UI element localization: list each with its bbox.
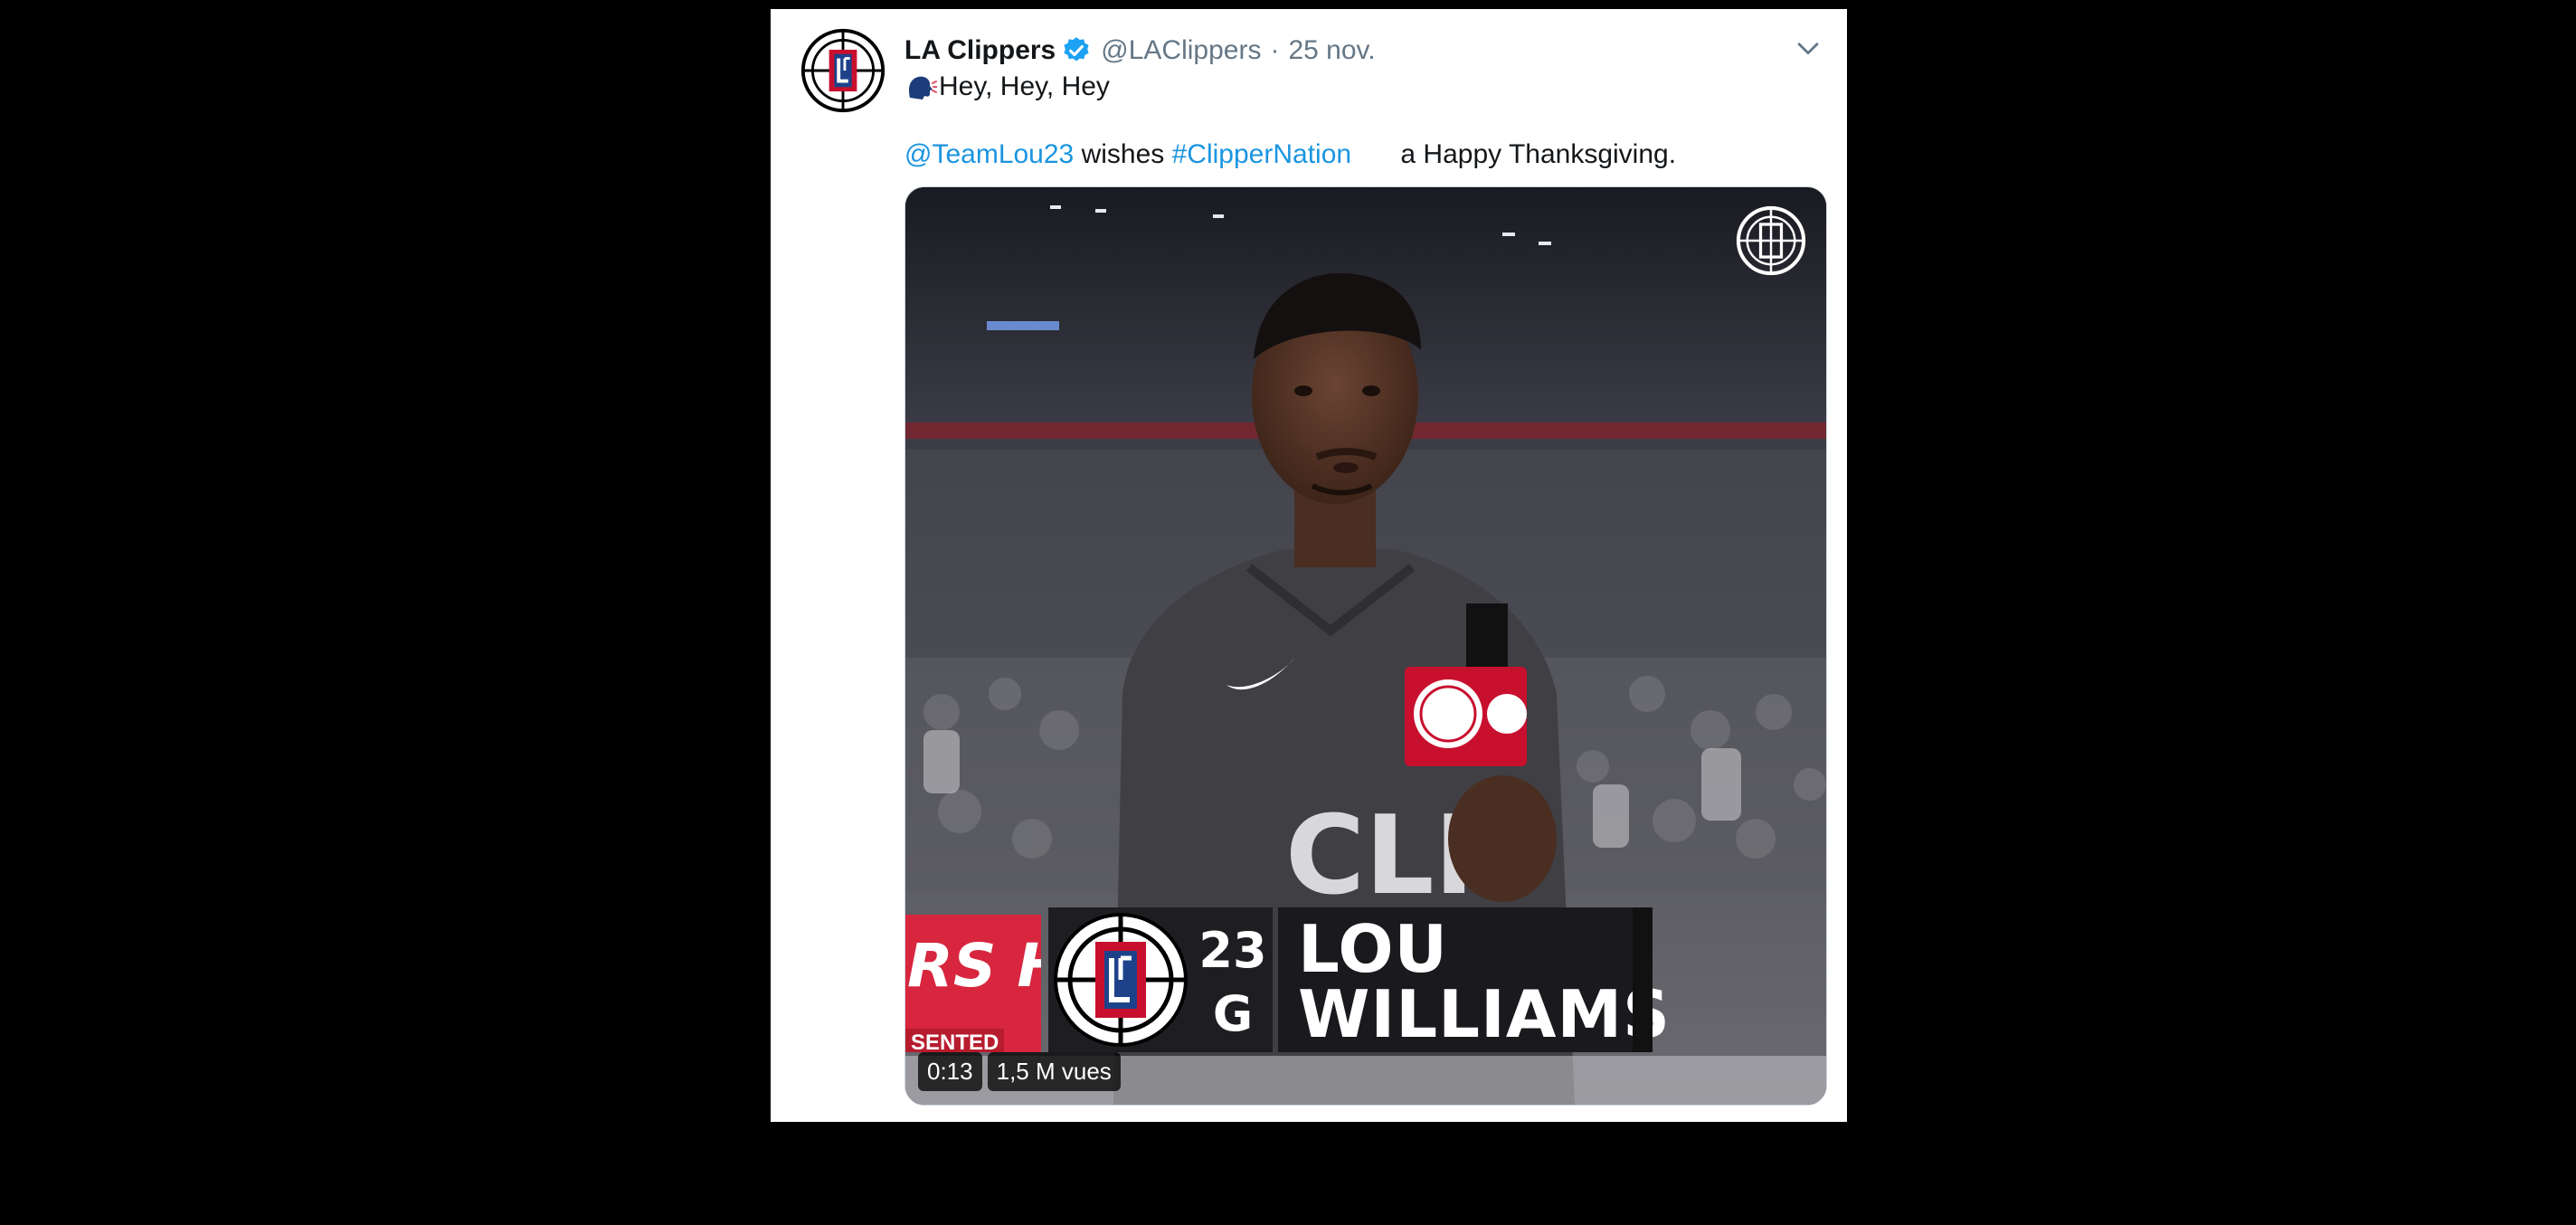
- player-position: G: [1212, 985, 1254, 1042]
- tweet-text-line2: @TeamLou23 wishes #ClipperNation a Happy…: [904, 138, 1677, 233]
- verified-badge-icon: [1061, 35, 1092, 66]
- player-lower-third: RS H SENTED 23 G LOU: [905, 907, 1826, 1052]
- red-banner-subtext: SENTED: [905, 1029, 1005, 1052]
- separator-dot: ·: [1270, 35, 1280, 65]
- mention-link[interactable]: @TeamLou23: [904, 139, 1074, 170]
- tweet-header: LA Clippers @LAClippers · 25 nov.: [904, 33, 1376, 69]
- lower-third-edge: [1633, 907, 1653, 1052]
- red-banner-text: RS H: [907, 931, 1041, 1001]
- player-last-name: WILLIAMS: [1298, 976, 1671, 1052]
- player-name-block: LOU WILLIAMS: [1278, 907, 1670, 1052]
- jersey-number-block: 23 G: [1193, 907, 1273, 1052]
- video-player[interactable]: CLI RS SENTED 23 G LOU WILLIAMS 0:13 1,5…: [904, 186, 1827, 1106]
- tweet-text-wishes: wishes: [1074, 139, 1172, 169]
- svg-text:CLI: CLI: [1285, 793, 1474, 919]
- clippers-logo-icon: [800, 28, 886, 113]
- hashtag-link[interactable]: #ClipperNation: [1172, 139, 1351, 170]
- tweet-text-ending: a Happy Thanksgiving.: [1393, 139, 1677, 169]
- speaking-head-icon: [904, 71, 937, 103]
- red-banner: RS H SENTED: [905, 915, 1041, 1052]
- clippers-watermark-icon: [1734, 204, 1808, 278]
- chevron-down-icon[interactable]: [1793, 33, 1823, 63]
- video-view-count: 1,5 M vues: [987, 1052, 1121, 1091]
- tweet-text-line1: Hey, Hey, Hey: [904, 71, 1110, 103]
- tweet-date[interactable]: 25 nov.: [1288, 35, 1375, 66]
- jersey-number: 23: [1198, 922, 1267, 979]
- account-handle[interactable]: @LAClippers: [1101, 35, 1261, 66]
- video-duration: 0:13: [918, 1052, 982, 1091]
- account-name[interactable]: LA Clippers: [904, 35, 1056, 66]
- avatar[interactable]: [800, 27, 886, 114]
- video-badges: 0:13 1,5 M vues: [918, 1052, 1121, 1091]
- clippers-logo-icon: [1048, 907, 1193, 1052]
- clippers-hashflag-icon: [1355, 138, 1387, 233]
- tweet-card[interactable]: LA Clippers @LAClippers · 25 nov. Hey, H…: [771, 9, 1847, 1122]
- tweet-text-greeting: Hey, Hey, Hey: [939, 71, 1110, 101]
